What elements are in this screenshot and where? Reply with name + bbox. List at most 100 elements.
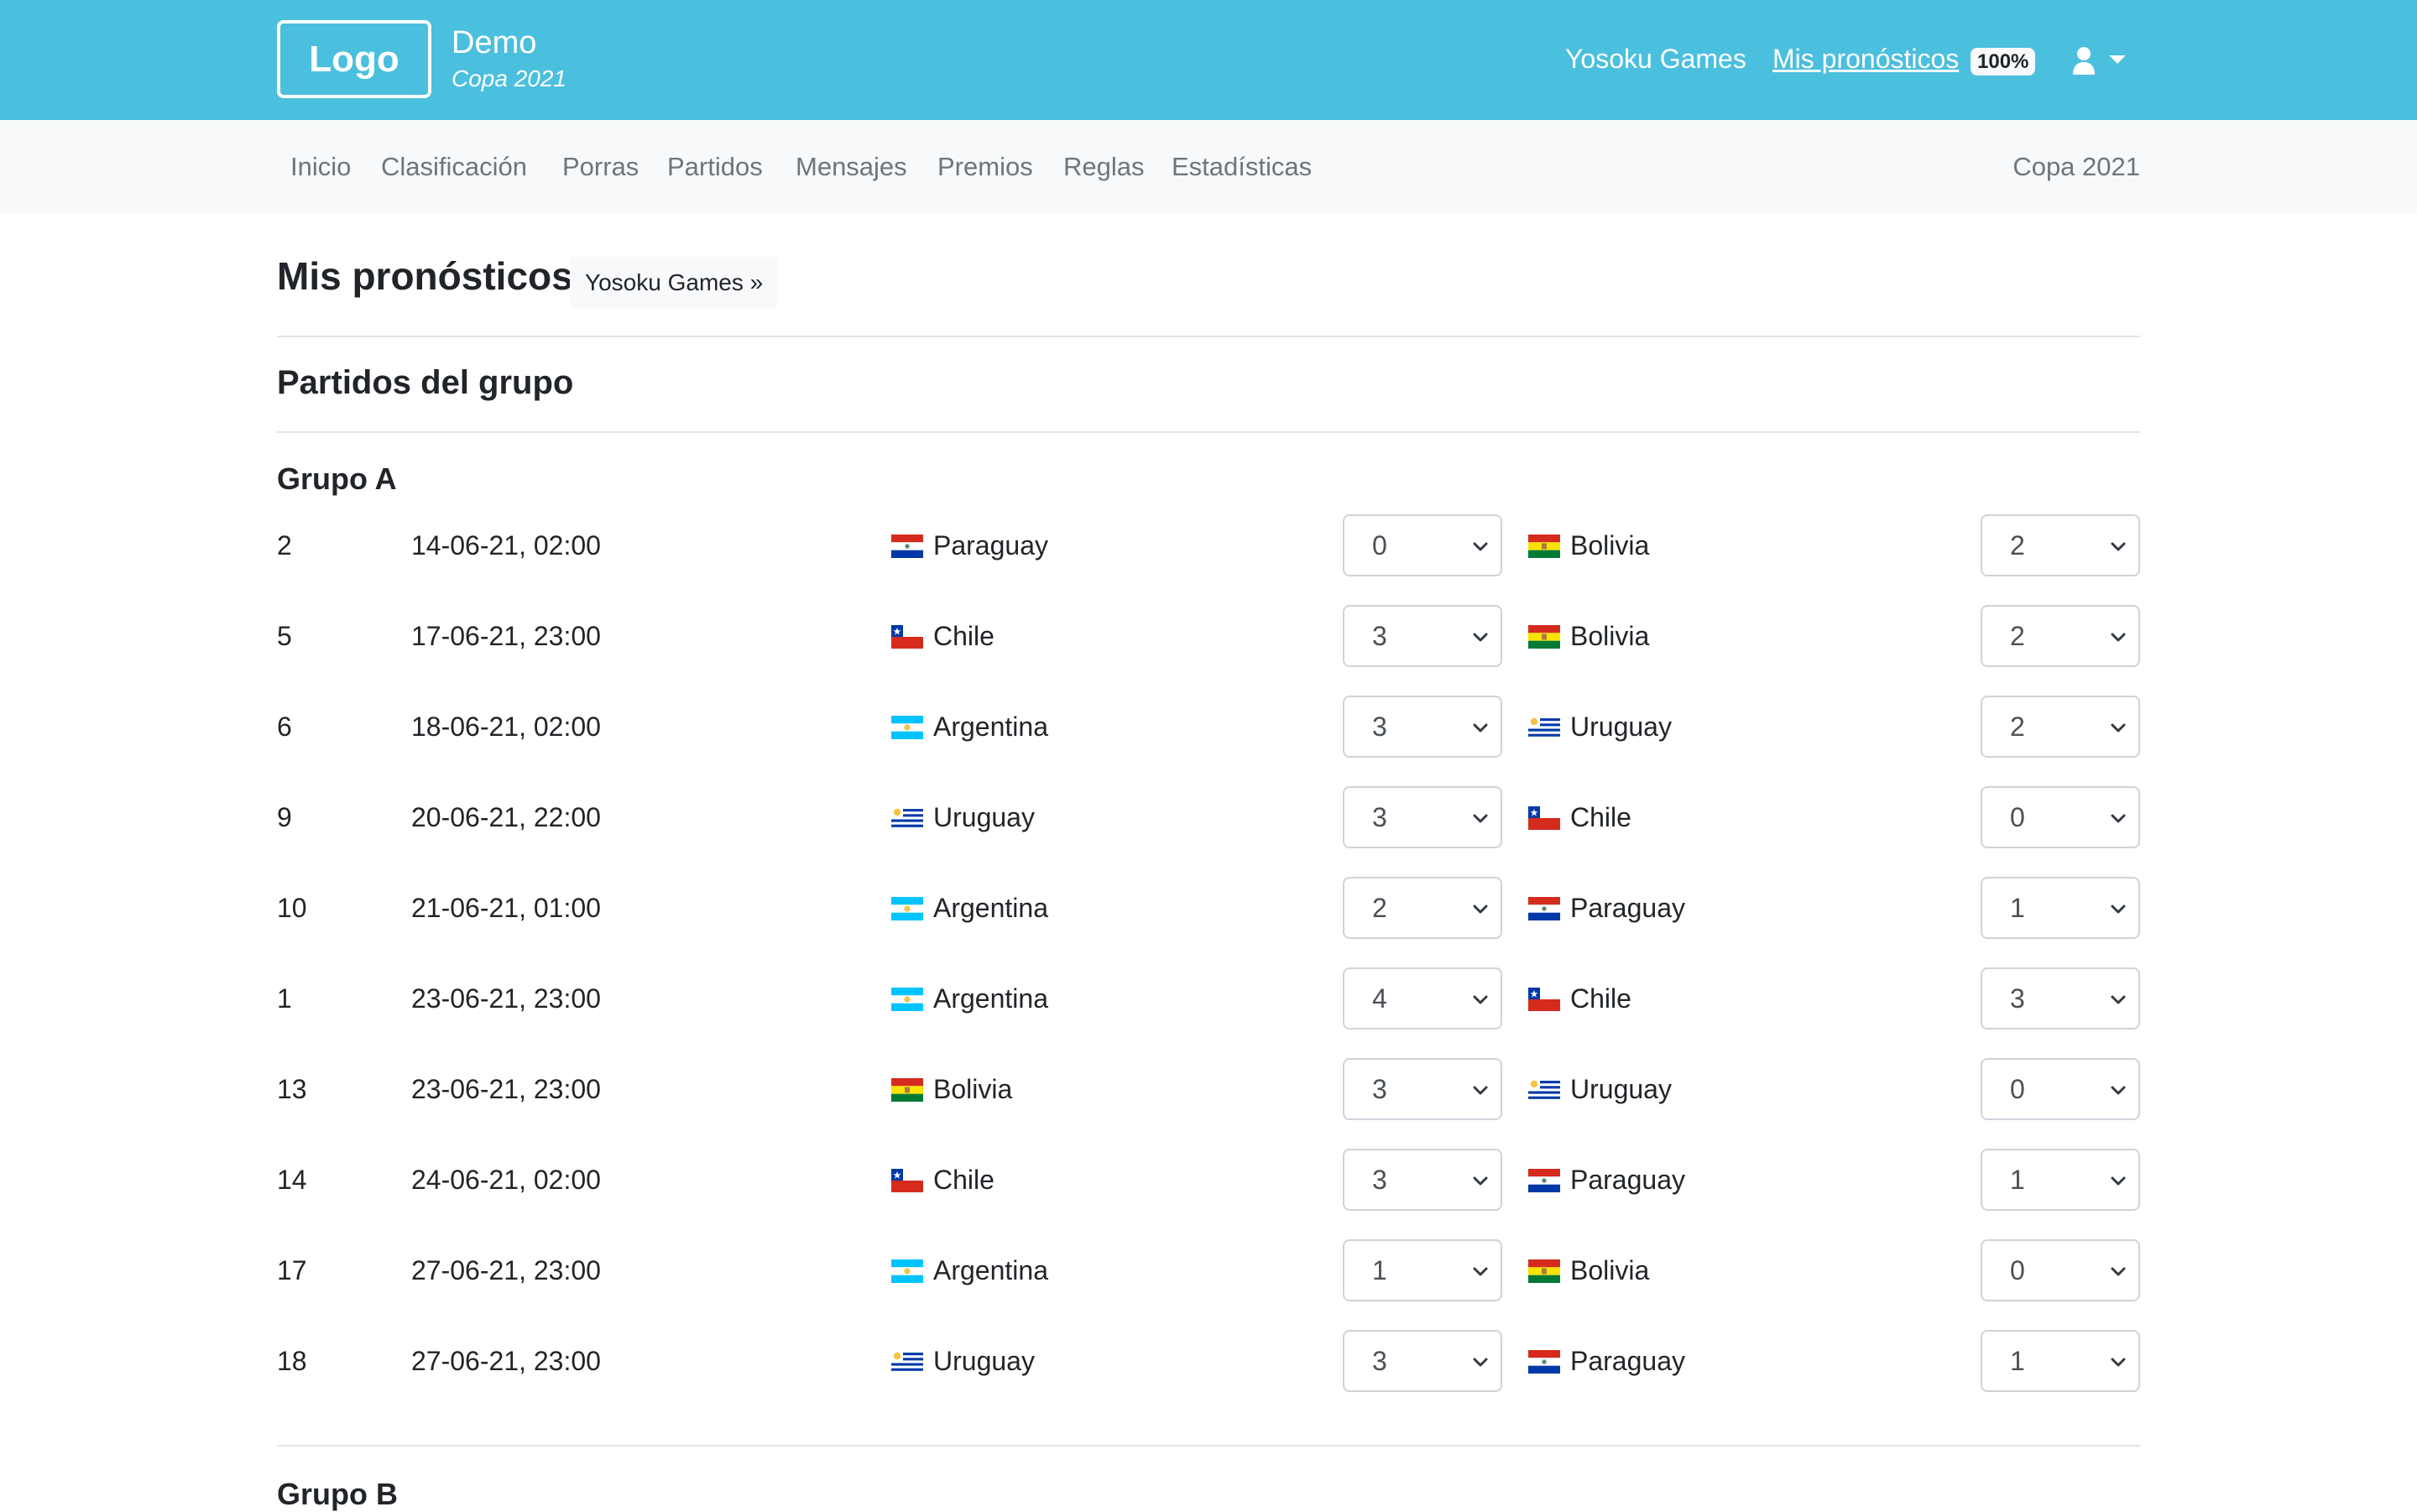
home-score-select[interactable]: 3 [1343,605,1502,667]
away-score-select[interactable]: 0 [1981,1239,2140,1301]
away-team: Bolivia [1528,1238,1649,1302]
top-header: Logo Demo Copa 2021 Yosoku Games Mis pro… [0,0,2417,120]
home-score-select-cell: 1 [1343,1238,1502,1302]
brand-subtitle: Copa 2021 [452,65,567,91]
chevron-down-icon [2111,814,2126,823]
uruguay-flag-icon [891,806,923,830]
chile-flag-icon [1528,806,1560,830]
home-team-name: Uruguay [933,1345,1035,1376]
user-icon[interactable] [2071,46,2096,75]
chevron-down-icon [2111,905,2126,914]
home-team-name: Chile [933,1164,994,1195]
home-team-name: Argentina [933,983,1048,1014]
nav-item-reglas[interactable]: Reglas [1063,152,1145,182]
away-score-select[interactable]: 0 [1981,1058,2140,1120]
selected-value: 3 [1372,711,1387,742]
home-team: Argentina [891,876,1048,940]
match-number: 13 [277,1073,307,1104]
away-score-select-cell: 2 [1981,695,2140,759]
bolivia-flag-icon [891,1077,923,1102]
home-team: Argentina [891,1238,1048,1302]
away-team: Bolivia [1528,514,1649,577]
match-date: 27-06-21, 23:00 [411,1254,601,1285]
home-score-select[interactable]: 1 [1343,1239,1502,1301]
yosoku-games-button[interactable]: Yosoku Games » [570,257,779,309]
away-score-select[interactable]: 1 [1981,1330,2140,1392]
match-date: 27-06-21, 23:00 [411,1345,601,1376]
away-score-select-cell: 1 [1981,1148,2140,1212]
selected-value: 4 [1372,983,1387,1014]
argentina-flag-icon [891,896,923,920]
home-score-select[interactable]: 3 [1343,696,1502,758]
home-score-select[interactable]: 3 [1343,786,1502,848]
away-team: Uruguay [1528,1057,1672,1121]
tournament-label[interactable]: Copa 2021 [2012,152,2140,182]
home-score-select-cell: 0 [1343,514,1502,577]
home-score-select[interactable]: 2 [1343,877,1502,939]
home-score-select-cell: 3 [1343,695,1502,759]
away-score-select[interactable]: 1 [1981,877,2140,939]
selected-value: 2 [2010,711,2025,742]
group-title: Grupo B [277,1477,398,1511]
nav-item-premios[interactable]: Premios [937,152,1033,182]
home-score-select-cell: 3 [1343,1057,1502,1121]
chile-flag-icon [1528,987,1560,1011]
mis-pronosticos-link[interactable]: Mis pronósticos [1772,44,1959,75]
away-team: Paraguay [1528,876,1685,940]
away-score-select-cell: 2 [1981,604,2140,668]
paraguay-flag-icon [891,534,923,558]
match-date: 23-06-21, 23:00 [411,1073,601,1104]
match-number: 10 [277,892,307,923]
away-score-select[interactable]: 2 [1981,696,2140,758]
caret-down-icon[interactable] [2109,55,2126,64]
away-team-name: Bolivia [1570,529,1650,560]
divider [277,431,2140,433]
away-score-select-cell: 1 [1981,876,2140,940]
chevron-down-icon [1473,723,1488,733]
home-score-select[interactable]: 3 [1343,1058,1502,1120]
selected-value: 2 [2010,620,2025,651]
nav-item-estadisticas[interactable]: Estadísticas [1172,152,1312,182]
nav-item-porras[interactable]: Porras [562,152,639,182]
nav-item-inicio[interactable]: Inicio [290,152,351,182]
match-date: 24-06-21, 02:00 [411,1164,601,1195]
home-score-select[interactable]: 4 [1343,967,1502,1030]
home-score-select-cell: 3 [1343,785,1502,849]
uruguay-flag-icon [1528,715,1560,739]
home-score-select[interactable]: 3 [1343,1149,1502,1211]
nav-item-partidos[interactable]: Partidos [667,152,763,182]
brand-title[interactable]: Demo [452,25,536,61]
page-title: Mis pronósticos [277,254,573,298]
section-title: Partidos del grupo [277,364,574,401]
nav-item-clasificacion[interactable]: Clasificación [381,152,527,182]
away-team: Chile [1528,785,1631,849]
selected-value: 3 [1372,1164,1387,1195]
logo[interactable]: Logo [277,20,431,98]
chevron-down-icon [2111,1176,2126,1186]
selected-value: 2 [2010,529,2025,560]
away-score-select[interactable]: 2 [1981,605,2140,667]
home-score-select[interactable]: 0 [1343,514,1502,576]
away-score-select[interactable]: 1 [1981,1149,2140,1211]
nav-item-mensajes[interactable]: Mensajes [796,152,907,182]
bolivia-flag-icon [1528,534,1560,558]
away-score-select[interactable]: 3 [1981,967,2140,1030]
home-team-name: Paraguay [933,529,1048,560]
away-team-name: Bolivia [1570,1254,1650,1285]
yosoku-games-link[interactable]: Yosoku Games [1565,44,1746,75]
chevron-down-icon [1473,1267,1488,1276]
argentina-flag-icon [891,715,923,739]
away-score-select[interactable]: 2 [1981,514,2140,576]
paraguay-flag-icon [1528,1349,1560,1374]
away-score-select-cell: 0 [1981,1057,2140,1121]
paraguay-flag-icon [1528,1168,1560,1192]
away-score-select[interactable]: 0 [1981,786,2140,848]
away-team: Chile [1528,967,1631,1030]
away-score-select-cell: 1 [1981,1329,2140,1393]
chevron-down-icon [1473,1086,1488,1095]
match-row: 6 18-06-21, 02:00 Argentina 3 Uruguay 2 [277,695,2140,759]
away-team-name: Bolivia [1570,620,1650,651]
selected-value: 3 [1372,1345,1387,1376]
away-team-name: Paraguay [1570,1164,1685,1195]
home-score-select[interactable]: 3 [1343,1330,1502,1392]
